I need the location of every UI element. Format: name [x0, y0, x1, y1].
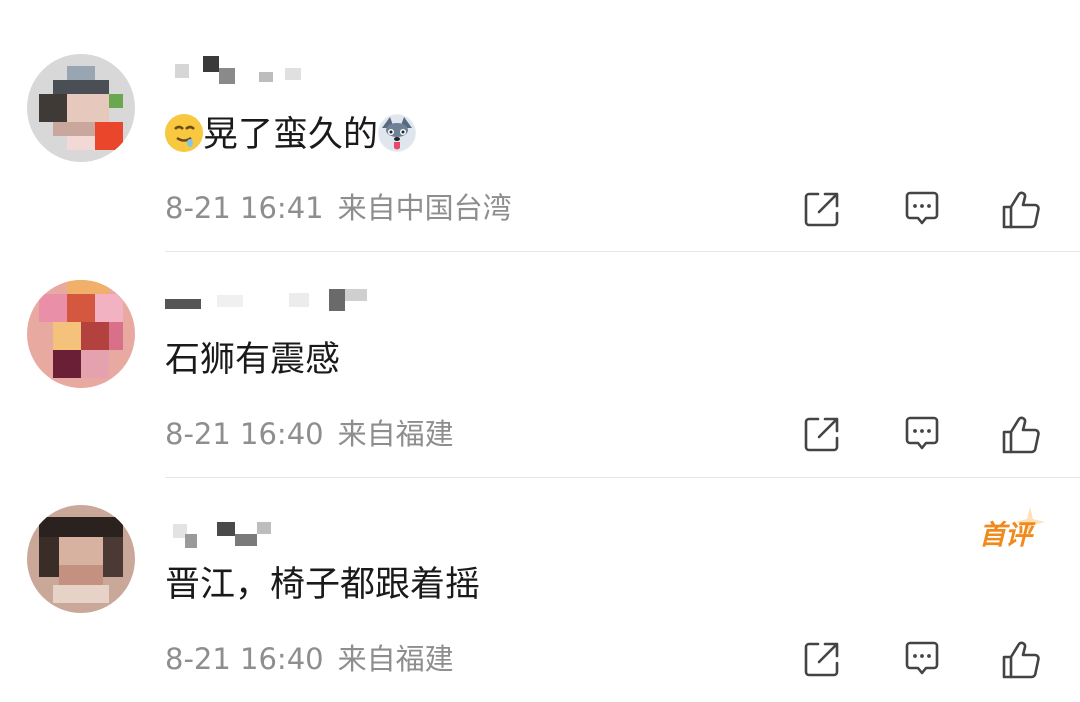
- first-comment-badge: 首评: [975, 507, 1045, 553]
- comment-time: 8-21 16:40: [165, 642, 324, 676]
- comment-item: 首评 晋江，椅子都跟着摇 8-21 16:40 来自福建: [0, 0, 1080, 702]
- username-obscured[interactable]: [165, 518, 285, 550]
- comment-text: 晋江，椅子都跟着摇: [165, 563, 480, 607]
- comment-body: 晋江，椅子都跟着摇: [165, 565, 481, 605]
- comment-meta: 8-21 16:40 来自福建: [165, 641, 468, 677]
- badge-label: 首评: [979, 520, 1032, 551]
- comment-actions: [803, 640, 1043, 680]
- avatar[interactable]: [27, 505, 135, 613]
- like-icon[interactable]: [1001, 640, 1041, 680]
- share-icon[interactable]: [803, 640, 841, 678]
- comment-location: 来自福建: [337, 642, 454, 676]
- reply-icon[interactable]: [903, 640, 941, 678]
